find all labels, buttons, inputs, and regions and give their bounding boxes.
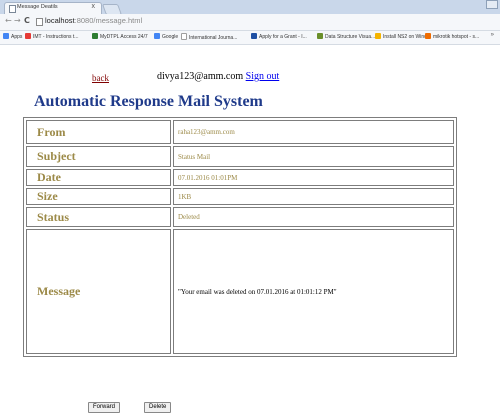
size-value: 1KB [173, 188, 454, 205]
bookmark-item[interactable]: Apply for a Grant - I... [251, 33, 307, 42]
bookmark-item[interactable]: International Journa... [181, 33, 237, 42]
tab-title: Message Deatils [17, 4, 58, 10]
size-label: Size [26, 188, 171, 205]
from-label: From [26, 120, 171, 144]
bookmark-icon [425, 33, 431, 39]
table-row: Size 1KB [26, 188, 454, 205]
bookmark-item[interactable]: Install NS2 on Wind... [375, 33, 431, 42]
close-icon[interactable]: x [92, 3, 96, 10]
reload-icon[interactable]: C [24, 16, 30, 25]
page-icon [9, 5, 16, 13]
bookmark-item[interactable]: MyDTPL Access 24/7 [92, 33, 148, 42]
address-bar[interactable]: localhost:8080/message.html [45, 16, 142, 25]
table-row: Date 07.01.2016 01:01PM [26, 169, 454, 186]
more-bookmarks-icon[interactable]: » [491, 32, 494, 38]
page-title: Automatic Response Mail System [34, 93, 263, 110]
bookmark-item[interactable]: mikrotik hotspot - s... [425, 33, 479, 42]
user-info: divya123@amm.com Sign out [157, 71, 279, 82]
browser-toolbar: ← → C localhost:8080/message.html [0, 14, 500, 31]
bookmark-item[interactable]: Data Structure Visua... [317, 33, 375, 42]
bookmark-icon [317, 33, 323, 39]
bookmark-icon [251, 33, 257, 39]
bookmarks-bar: Apps IMT - Instructions t... MyDTPL Acce… [0, 31, 500, 45]
page-icon [181, 33, 187, 40]
bookmark-icon [92, 33, 98, 39]
message-value: "Your email was deleted on 07.01.2016 at… [173, 229, 454, 354]
bookmark-apps[interactable]: Apps [3, 33, 22, 42]
status-label: Status [26, 207, 171, 227]
forward-arrow-icon[interactable]: → [14, 16, 21, 25]
url-host: localhost [45, 16, 75, 25]
delete-button[interactable]: Delete [144, 402, 172, 413]
bookmark-item[interactable]: IMT - Instructions t... [25, 33, 78, 42]
table-row: From raha123@amm.com [26, 120, 454, 144]
url-path: :8080/message.html [74, 16, 143, 25]
message-label: Message [26, 229, 171, 354]
back-arrow-icon[interactable]: ← [5, 16, 12, 25]
date-value: 07.01.2016 01:01PM [173, 169, 454, 186]
table-row: Message "Your email was deleted on 07.01… [26, 229, 454, 354]
bookmark-icon [25, 33, 31, 39]
bookmark-item[interactable]: Google [154, 33, 178, 42]
table-row: Status Deleted [26, 207, 454, 227]
apps-icon [3, 33, 9, 39]
table-row: Subject Status Mail [26, 146, 454, 167]
folder-icon [375, 33, 381, 39]
subject-value: Status Mail [173, 146, 454, 167]
back-link[interactable]: back [92, 73, 109, 83]
google-icon [154, 33, 160, 39]
browser-tab[interactable]: Message Deatils x [4, 2, 102, 14]
message-details-table: From raha123@amm.com Subject Status Mail… [23, 117, 457, 357]
sign-out-link[interactable]: Sign out [246, 71, 280, 82]
status-value: Deleted [173, 207, 454, 227]
forward-button[interactable]: Forward [88, 402, 121, 413]
date-label: Date [26, 169, 171, 186]
subject-label: Subject [26, 146, 171, 167]
from-value: raha123@amm.com [173, 120, 454, 144]
window-button[interactable] [486, 0, 498, 9]
page-icon [36, 18, 43, 26]
browser-tab-strip: Message Deatils x [0, 0, 500, 15]
user-email: divya123@amm.com [157, 71, 244, 82]
